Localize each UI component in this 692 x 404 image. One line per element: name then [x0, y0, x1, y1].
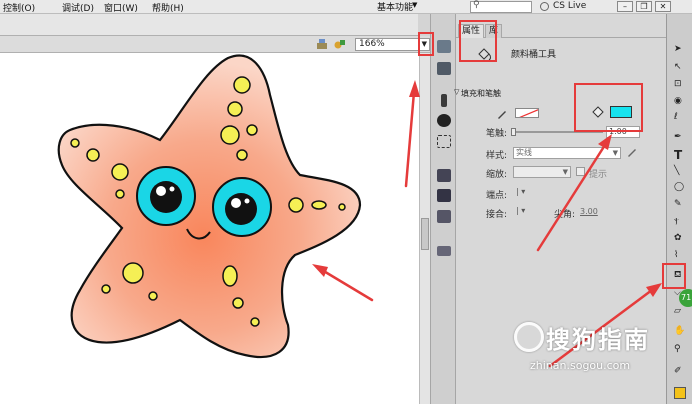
- subselection-tool-icon[interactable]: ↖: [674, 62, 686, 74]
- chevron-down-icon: ▼: [612, 149, 618, 157]
- menu-bar: 控制(O) 调试(D) 窗口(W) 帮助(H) 基本功能 ▼ ⚲ CS Live…: [0, 0, 692, 14]
- notification-badge: 71: [679, 289, 692, 307]
- menu-window[interactable]: 窗口(W): [104, 1, 138, 14]
- search-icon: ⚲: [473, 0, 480, 10]
- line-tool-icon[interactable]: ╲: [674, 166, 686, 178]
- output-panel-icon[interactable]: [437, 246, 451, 256]
- style-label: 样式:: [486, 151, 508, 161]
- workspace-label: 基本功能: [377, 3, 414, 13]
- properties-panel-icon[interactable]: [437, 40, 451, 53]
- vertical-scrollbar[interactable]: [419, 53, 430, 404]
- edit-stroke-style-icon[interactable]: [626, 146, 638, 158]
- eraser-tool-icon[interactable]: ▱: [674, 306, 686, 318]
- selection-tool-icon[interactable]: ➤: [674, 44, 686, 56]
- edit-bar: 166% ▼: [0, 36, 430, 53]
- cap-select[interactable]: | ▾: [516, 187, 525, 196]
- cap-label: 端点:: [486, 191, 508, 201]
- transform-panel-icon[interactable]: [437, 135, 451, 148]
- sogou-watermark: 搜狗指南 zhinan.sogou.com: [514, 318, 682, 378]
- watermark-url: zhinan.sogou.com: [530, 359, 631, 372]
- cs-live-button[interactable]: CS Live: [540, 1, 612, 13]
- cs-live-icon: [540, 2, 549, 11]
- join-select[interactable]: | ▾: [516, 206, 525, 215]
- menu-debug[interactable]: 调试(D): [62, 1, 94, 14]
- stroke-color-swatch[interactable]: [515, 108, 539, 118]
- style-value: 实线: [516, 148, 532, 157]
- annotation-box-properties-tab: [459, 20, 497, 62]
- pen-tool-icon[interactable]: ✒: [674, 132, 686, 144]
- scale-select[interactable]: ▼: [513, 166, 571, 178]
- brush-tool-icon[interactable]: ⲯ: [674, 216, 686, 228]
- right-eye: [212, 177, 272, 237]
- edit-symbols-icon[interactable]: [334, 38, 346, 50]
- stroke-label: 笔触:: [486, 129, 508, 139]
- annotation-box-fill-color: [574, 83, 643, 132]
- free-transform-tool-icon[interactable]: ⊡: [674, 79, 686, 91]
- starfish-drawing[interactable]: [0, 53, 419, 404]
- close-button[interactable]: ✕: [655, 1, 671, 12]
- info-icon[interactable]: [437, 114, 451, 127]
- components-panel-icon[interactable]: [437, 189, 451, 202]
- zoom-value: 166%: [359, 39, 385, 49]
- stage-canvas[interactable]: [0, 53, 419, 404]
- cs-live-label: CS Live: [553, 1, 587, 11]
- align-panel-icon[interactable]: [441, 94, 447, 107]
- hint-checkbox[interactable]: [576, 167, 585, 176]
- chevron-down-icon: ▼: [562, 168, 568, 176]
- pencil-tool-icon[interactable]: ✎: [674, 199, 686, 211]
- bone-tool-icon[interactable]: ⌇: [674, 250, 686, 262]
- workspace-switcher[interactable]: 基本功能 ▼: [377, 0, 419, 13]
- fill-color-icon[interactable]: [674, 387, 686, 399]
- menu-help[interactable]: 帮助(H): [152, 1, 184, 14]
- section-fill-stroke[interactable]: 填充和笔触: [461, 88, 501, 99]
- lasso-tool-icon[interactable]: ℓ: [674, 112, 686, 124]
- menu-control[interactable]: 控制(O): [3, 1, 35, 14]
- 3d-rotation-tool-icon[interactable]: ◉: [674, 96, 686, 108]
- miter-value[interactable]: 3.00: [580, 207, 598, 216]
- restore-button[interactable]: ❐: [636, 1, 652, 12]
- scrollbar-thumb[interactable]: [421, 218, 429, 250]
- scale-label: 缩放:: [486, 170, 508, 180]
- left-eye: [136, 166, 196, 226]
- chevron-down-icon[interactable]: ▽: [454, 88, 459, 96]
- annotation-box-zoom: [418, 32, 434, 56]
- motion-presets-icon[interactable]: [437, 210, 451, 223]
- oval-tool-icon[interactable]: ◯: [674, 182, 686, 194]
- library-panel-icon[interactable]: [437, 62, 451, 75]
- hint-label: 提示: [589, 170, 608, 180]
- style-select[interactable]: 实线 ▼: [513, 147, 621, 159]
- document-tab-bar: [0, 14, 418, 36]
- panel-icon-strip: [430, 14, 456, 404]
- annotation-box-bucket-tool: [662, 263, 686, 289]
- text-tool-icon[interactable]: T: [674, 148, 686, 162]
- watermark-brand: 搜狗指南: [546, 326, 650, 354]
- edit-scene-icon[interactable]: [316, 38, 328, 50]
- deco-tool-icon[interactable]: ✿: [674, 233, 686, 245]
- minimize-button[interactable]: –: [617, 1, 633, 12]
- slider-knob[interactable]: [511, 128, 516, 136]
- pencil-icon: [498, 111, 506, 119]
- tool-name: 颜料桶工具: [511, 50, 557, 60]
- history-panel-icon[interactable]: [437, 169, 451, 182]
- miter-label: 尖角:: [554, 210, 576, 220]
- chevron-down-icon: ▼: [412, 1, 418, 9]
- join-label: 接合:: [486, 210, 508, 220]
- search-input[interactable]: ⚲: [470, 0, 532, 13]
- sogou-logo-icon: [514, 322, 544, 352]
